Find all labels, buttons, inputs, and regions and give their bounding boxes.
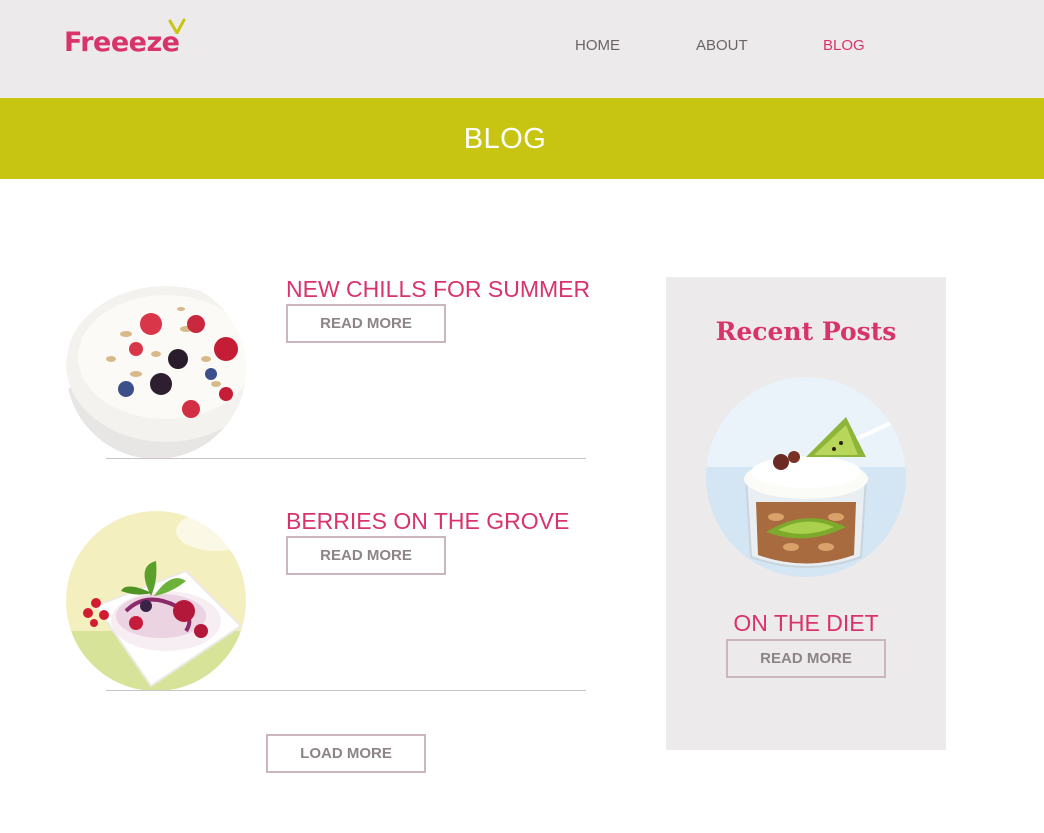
sidebar-title: Recent Posts [715, 317, 897, 346]
post-image-yogurt-berries[interactable] [66, 279, 246, 459]
post-title[interactable]: BERRIES ON THE GROVE [286, 508, 569, 534]
post-divider [106, 690, 586, 691]
logo-text: Freeeze [64, 27, 180, 58]
nav-home[interactable]: HOME [575, 37, 620, 54]
leaf-sprout-icon [168, 18, 186, 34]
site-header: Freeeze HOME ABOUT BLOG [0, 0, 1044, 98]
load-more-button[interactable]: LOAD MORE [266, 734, 426, 773]
read-more-button[interactable]: READ MORE [726, 639, 886, 678]
nav-blog[interactable]: BLOG [823, 37, 865, 54]
nav-about[interactable]: ABOUT [696, 37, 748, 54]
post-image-berry-cream[interactable] [66, 511, 246, 691]
recent-posts-sidebar: Recent Posts ON THE DIET READ MORE [666, 277, 946, 750]
read-more-button[interactable]: READ MORE [286, 304, 446, 343]
page-title: BLOG [463, 123, 547, 155]
post-title[interactable]: NEW CHILLS FOR SUMMER [286, 276, 590, 302]
page-banner: BLOG [0, 98, 1044, 179]
post-divider [106, 458, 586, 459]
read-more-button[interactable]: READ MORE [286, 536, 446, 575]
sidebar-post-title[interactable]: ON THE DIET [666, 610, 946, 636]
post-image-kiwi-granola[interactable] [706, 377, 906, 577]
